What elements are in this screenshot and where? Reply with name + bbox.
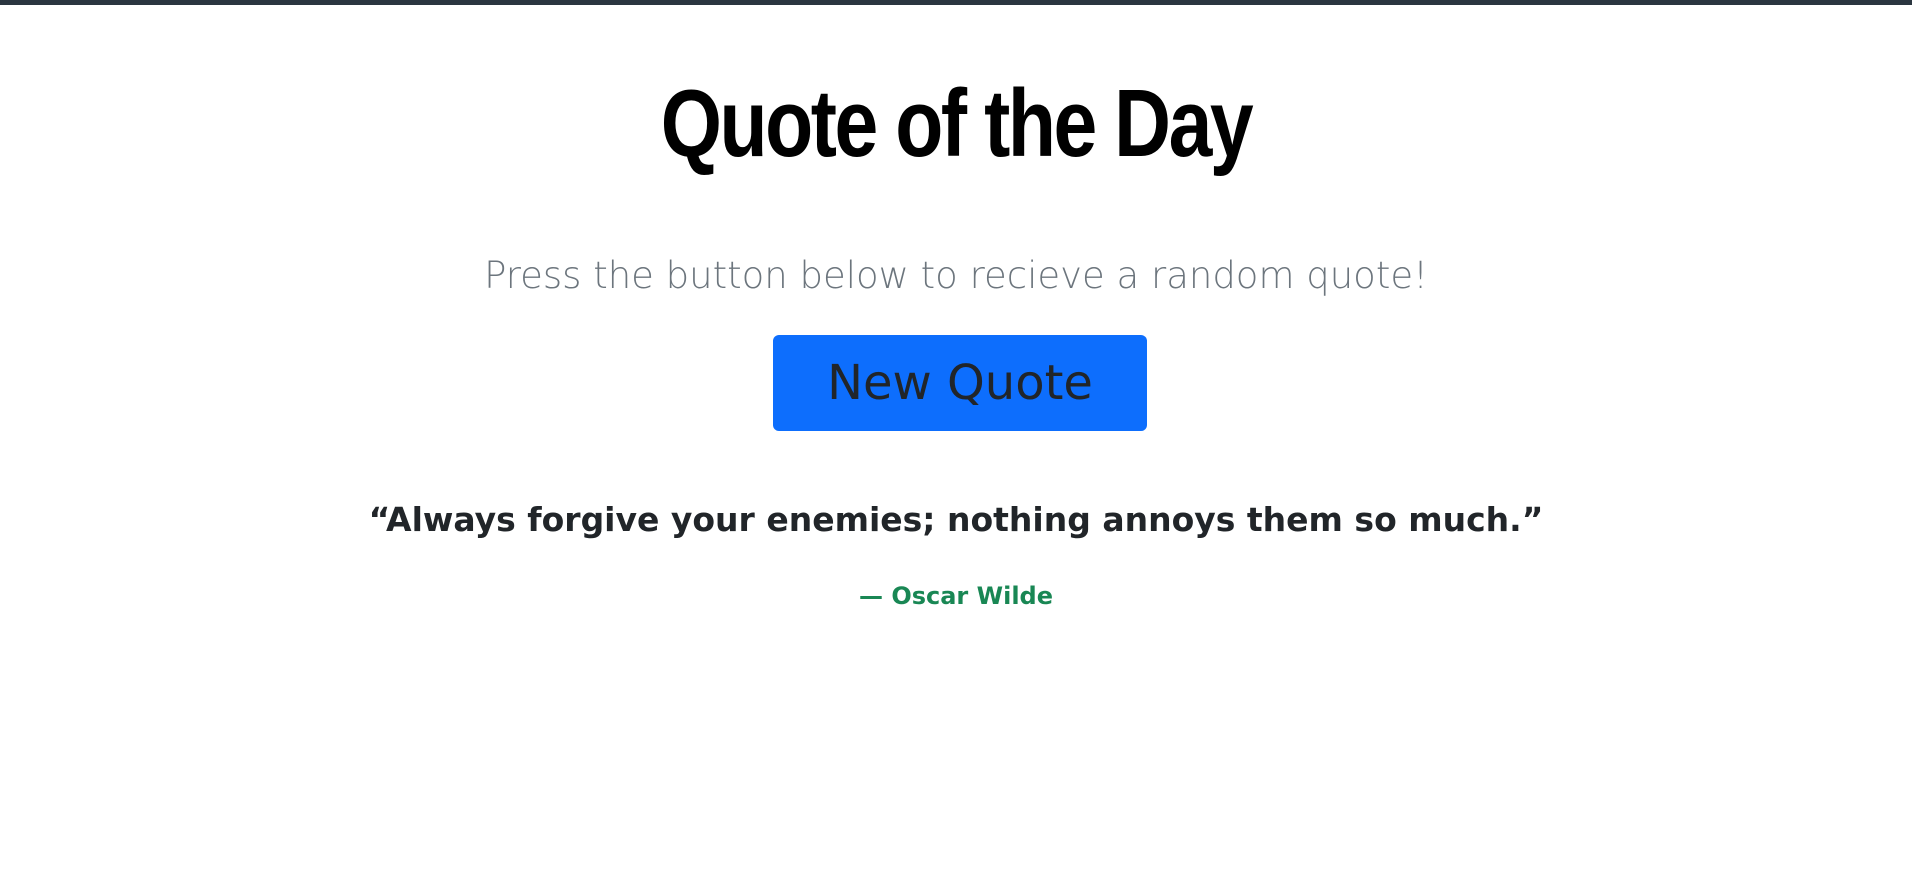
quote-text: “Always forgive your enemies; nothing an… [368, 500, 1544, 539]
top-border [0, 0, 1912, 5]
page-title: Quote of the Day [660, 70, 1254, 177]
new-quote-button[interactable]: New Quote [773, 335, 1147, 431]
page-subtitle: Press the button below to recieve a rand… [484, 254, 1428, 297]
quote-author: — Oscar Wilde [858, 582, 1054, 610]
